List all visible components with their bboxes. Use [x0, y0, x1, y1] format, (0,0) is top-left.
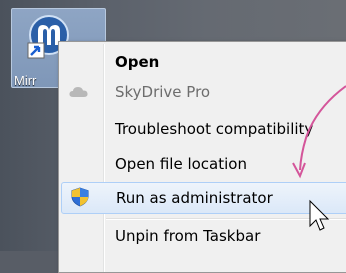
menu-item-open-file-location-label: Open file location	[115, 155, 247, 173]
menu-item-open-file-location[interactable]: Open file location	[61, 148, 346, 178]
menu-item-run-as-administrator-label: Run as administrator	[116, 189, 273, 207]
menu-item-skydrive-pro: SkyDrive Pro	[61, 76, 346, 106]
context-menu: Open SkyDrive Pro Troubleshoot compatibi…	[58, 41, 346, 273]
desktop-shortcut-label: Mirr	[14, 73, 37, 88]
cloud-icon	[69, 87, 88, 97]
uac-shield-icon	[71, 187, 89, 207]
menu-item-run-as-administrator[interactable]: Run as administrator	[61, 182, 346, 214]
menu-item-open[interactable]: Open	[61, 46, 346, 76]
menu-item-unpin-from-taskbar[interactable]: Unpin from Taskbar	[61, 220, 346, 250]
menu-item-skydrive-pro-label: SkyDrive Pro	[115, 83, 211, 101]
menu-item-open-label: Open	[115, 53, 160, 71]
menu-item-troubleshoot-compatibility-label: Troubleshoot compatibility	[115, 120, 314, 138]
menu-item-troubleshoot-compatibility[interactable]: Troubleshoot compatibility	[61, 113, 346, 143]
menu-item-unpin-from-taskbar-label: Unpin from Taskbar	[115, 227, 261, 245]
